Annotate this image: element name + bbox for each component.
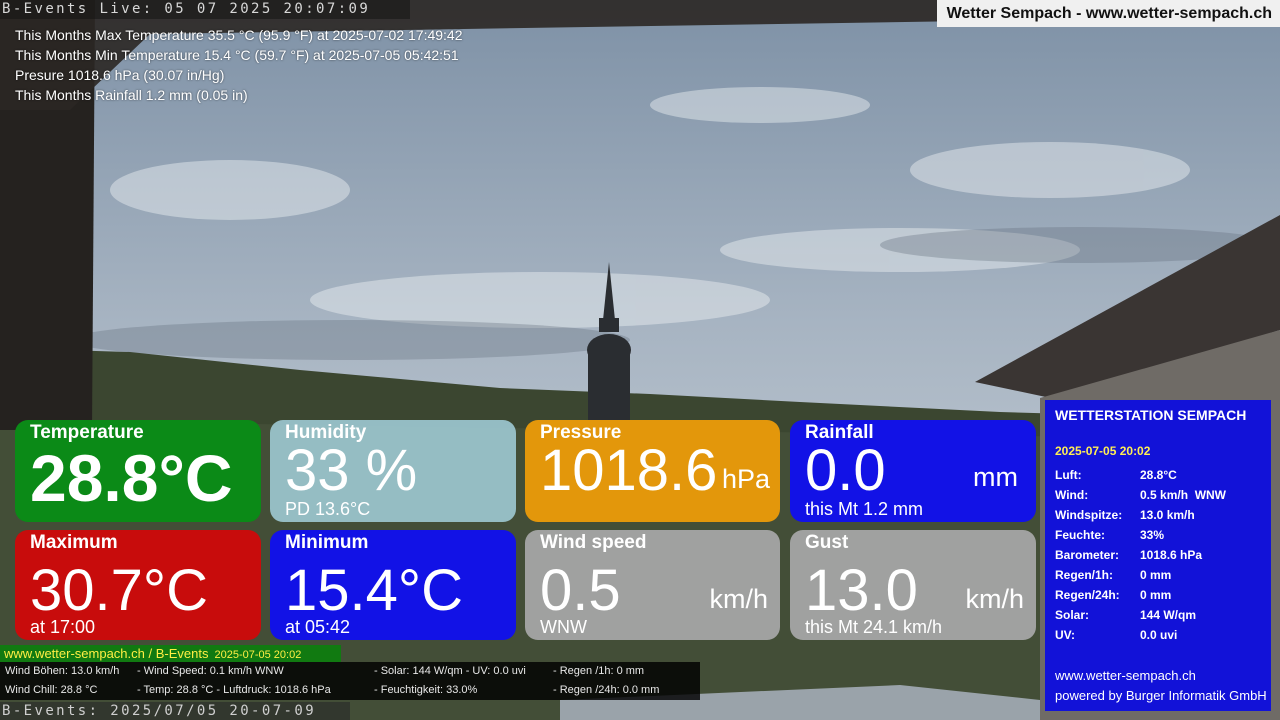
tile-minimum-value: 15.4°C <box>285 558 463 623</box>
ticker-rain-24h: - Regen /24h: 0.0 mm <box>553 684 660 696</box>
tile-minimum: Minimum 15.4°C at 05:42 <box>270 530 516 640</box>
tile-rainfall: Rainfall 0.0 mm this Mt 1.2 mm <box>790 420 1036 522</box>
tile-gust-unit: km/h <box>965 584 1024 614</box>
panel-row: Luft: 28.8°C <box>1055 468 1265 488</box>
tile-gust-month: this Mt 24.1 km/h <box>805 617 943 637</box>
ticker-wind-chill: Wind Chill: 28.8 °C <box>5 684 98 696</box>
monthly-stats: This Months Max Temperature 35.5 °C (95.… <box>15 25 463 105</box>
ticker-temp-pressure: - Temp: 28.8 °C - Luftdruck: 1018.6 hPa <box>137 684 331 696</box>
panel-row: UV: 0.0 uvi <box>1055 628 1265 648</box>
ticker-wind-speed: - Wind Speed: 0.1 km/h WNW <box>137 665 284 677</box>
panel-row-value: 144 W/qm <box>1140 608 1197 622</box>
panel-row: Solar: 144 W/qm <box>1055 608 1265 628</box>
tile-maximum: Maximum 30.7°C at 17:00 <box>15 530 261 640</box>
tile-wind-speed-unit: km/h <box>709 584 768 614</box>
stat-pressure: Presure 1018.6 hPa (30.07 in/Hg) <box>15 67 225 83</box>
tile-rainfall-month: this Mt 1.2 mm <box>805 499 924 519</box>
panel-row: Regen/1h: 0 mm <box>1055 568 1265 588</box>
panel-row-value: 33% <box>1140 528 1165 542</box>
panel-row-value: 0.5 km/h WNW <box>1140 488 1227 502</box>
ticker-solar-uv: - Solar: 144 W/qm - UV: 0.0 uvi <box>374 665 526 677</box>
panel-row-key: Feuchte: <box>1055 528 1106 542</box>
live-timestamp-top: B-Events Live: 05 07 2025 20:07:09 <box>0 0 410 19</box>
ticker-wind-gusts: Wind Böhen: 13.0 km/h <box>5 665 120 677</box>
panel-row-value: 13.0 km/h <box>1140 508 1195 522</box>
panel-row-key: Wind: <box>1055 488 1089 502</box>
panel-row: Barometer: 1018.6 hPa <box>1055 548 1265 568</box>
panel-row: Wind: 0.5 km/h WNW <box>1055 488 1265 508</box>
panel-row-key: UV: <box>1055 628 1076 642</box>
tile-gust-title: Gust <box>805 532 849 553</box>
weather-ticker: Wind Böhen: 13.0 km/h - Wind Speed: 0.1 … <box>0 662 700 700</box>
panel-row: Feuchte: 33% <box>1055 528 1265 548</box>
bottom-site-name: www.wetter-sempach.ch / B-Events <box>4 646 209 661</box>
tile-pressure: Pressure 1018.6 hPa <box>525 420 780 522</box>
tile-pressure-value: 1018.6 <box>540 438 718 503</box>
bottom-site-date: 2025-07-05 20:02 <box>214 649 302 661</box>
panel-row-key: Windspitze: <box>1055 508 1123 522</box>
panel-row-value: 28.8°C <box>1140 468 1177 482</box>
tile-temperature: Temperature 28.8°C <box>15 420 261 522</box>
tile-humidity-value: 33 % <box>285 438 418 503</box>
ticker-rain-1h: - Regen /1h: 0 mm <box>553 665 645 677</box>
tile-wind-speed: Wind speed 0.5 km/h WNW <box>525 530 780 640</box>
stat-max-temp: This Months Max Temperature 35.5 °C (95.… <box>15 27 463 43</box>
tile-wind-speed-value: 0.5 <box>540 558 621 623</box>
panel-row-key: Regen/24h: <box>1055 588 1120 602</box>
station-panel: WETTERSTATION SEMPACH 2025-07-05 20:02 L… <box>1045 400 1271 711</box>
tile-rainfall-value: 0.0 <box>805 438 886 503</box>
panel-row-value: 1018.6 hPa <box>1140 548 1203 562</box>
tile-humidity: Humidity 33 % PD 13.6°C <box>270 420 516 522</box>
stat-min-temp: This Months Min Temperature 15.4 °C (59.… <box>15 47 459 63</box>
tile-wind-speed-title: Wind speed <box>540 532 647 553</box>
bottom-site-strip: www.wetter-sempach.ch / B-Events 2025-07-… <box>0 645 341 662</box>
panel-row-value: 0.0 uvi <box>1140 628 1178 642</box>
tile-maximum-title: Maximum <box>30 532 118 553</box>
tile-wind-direction: WNW <box>540 617 587 637</box>
tile-maximum-value: 30.7°C <box>30 558 208 623</box>
tile-temperature-value: 28.8°C <box>30 441 233 515</box>
station-panel-title: WETTERSTATION SEMPACH <box>1055 407 1247 423</box>
tile-rainfall-unit: mm <box>973 462 1018 492</box>
panel-row-key: Barometer: <box>1055 548 1120 562</box>
station-panel-credit: powered by Burger Informatik GmbH <box>1055 688 1267 703</box>
tile-gust: Gust 13.0 km/h this Mt 24.1 km/h <box>790 530 1036 640</box>
live-timestamp-bottom: B-Events: 2025/07/05 20-07-09 <box>0 702 350 720</box>
tile-humidity-dewpoint: PD 13.6°C <box>285 499 371 519</box>
panel-row-key: Regen/1h: <box>1055 568 1114 582</box>
panel-row-value: 0 mm <box>1140 588 1172 602</box>
panel-row: Regen/24h: 0 mm <box>1055 588 1265 608</box>
station-panel-website: www.wetter-sempach.ch <box>1055 668 1196 683</box>
tile-pressure-unit: hPa <box>721 464 770 494</box>
station-panel-datetime: 2025-07-05 20:02 <box>1055 444 1151 458</box>
panel-row: Windspitze: 13.0 km/h <box>1055 508 1265 528</box>
site-title: Wetter Sempach - www.wetter-sempach.ch <box>936 0 1280 27</box>
tile-minimum-time: at 05:42 <box>285 617 351 637</box>
ticker-humidity: - Feuchtigkeit: 33.0% <box>374 684 478 696</box>
panel-row-key: Luft: <box>1055 468 1082 482</box>
tile-minimum-title: Minimum <box>285 532 369 553</box>
panel-row-key: Solar: <box>1055 608 1090 622</box>
tile-maximum-time: at 17:00 <box>30 617 96 637</box>
stat-rainfall: This Months Rainfall 1.2 mm (0.05 in) <box>15 87 248 103</box>
panel-row-value: 0 mm <box>1140 568 1172 582</box>
tile-gust-value: 13.0 <box>805 558 918 623</box>
